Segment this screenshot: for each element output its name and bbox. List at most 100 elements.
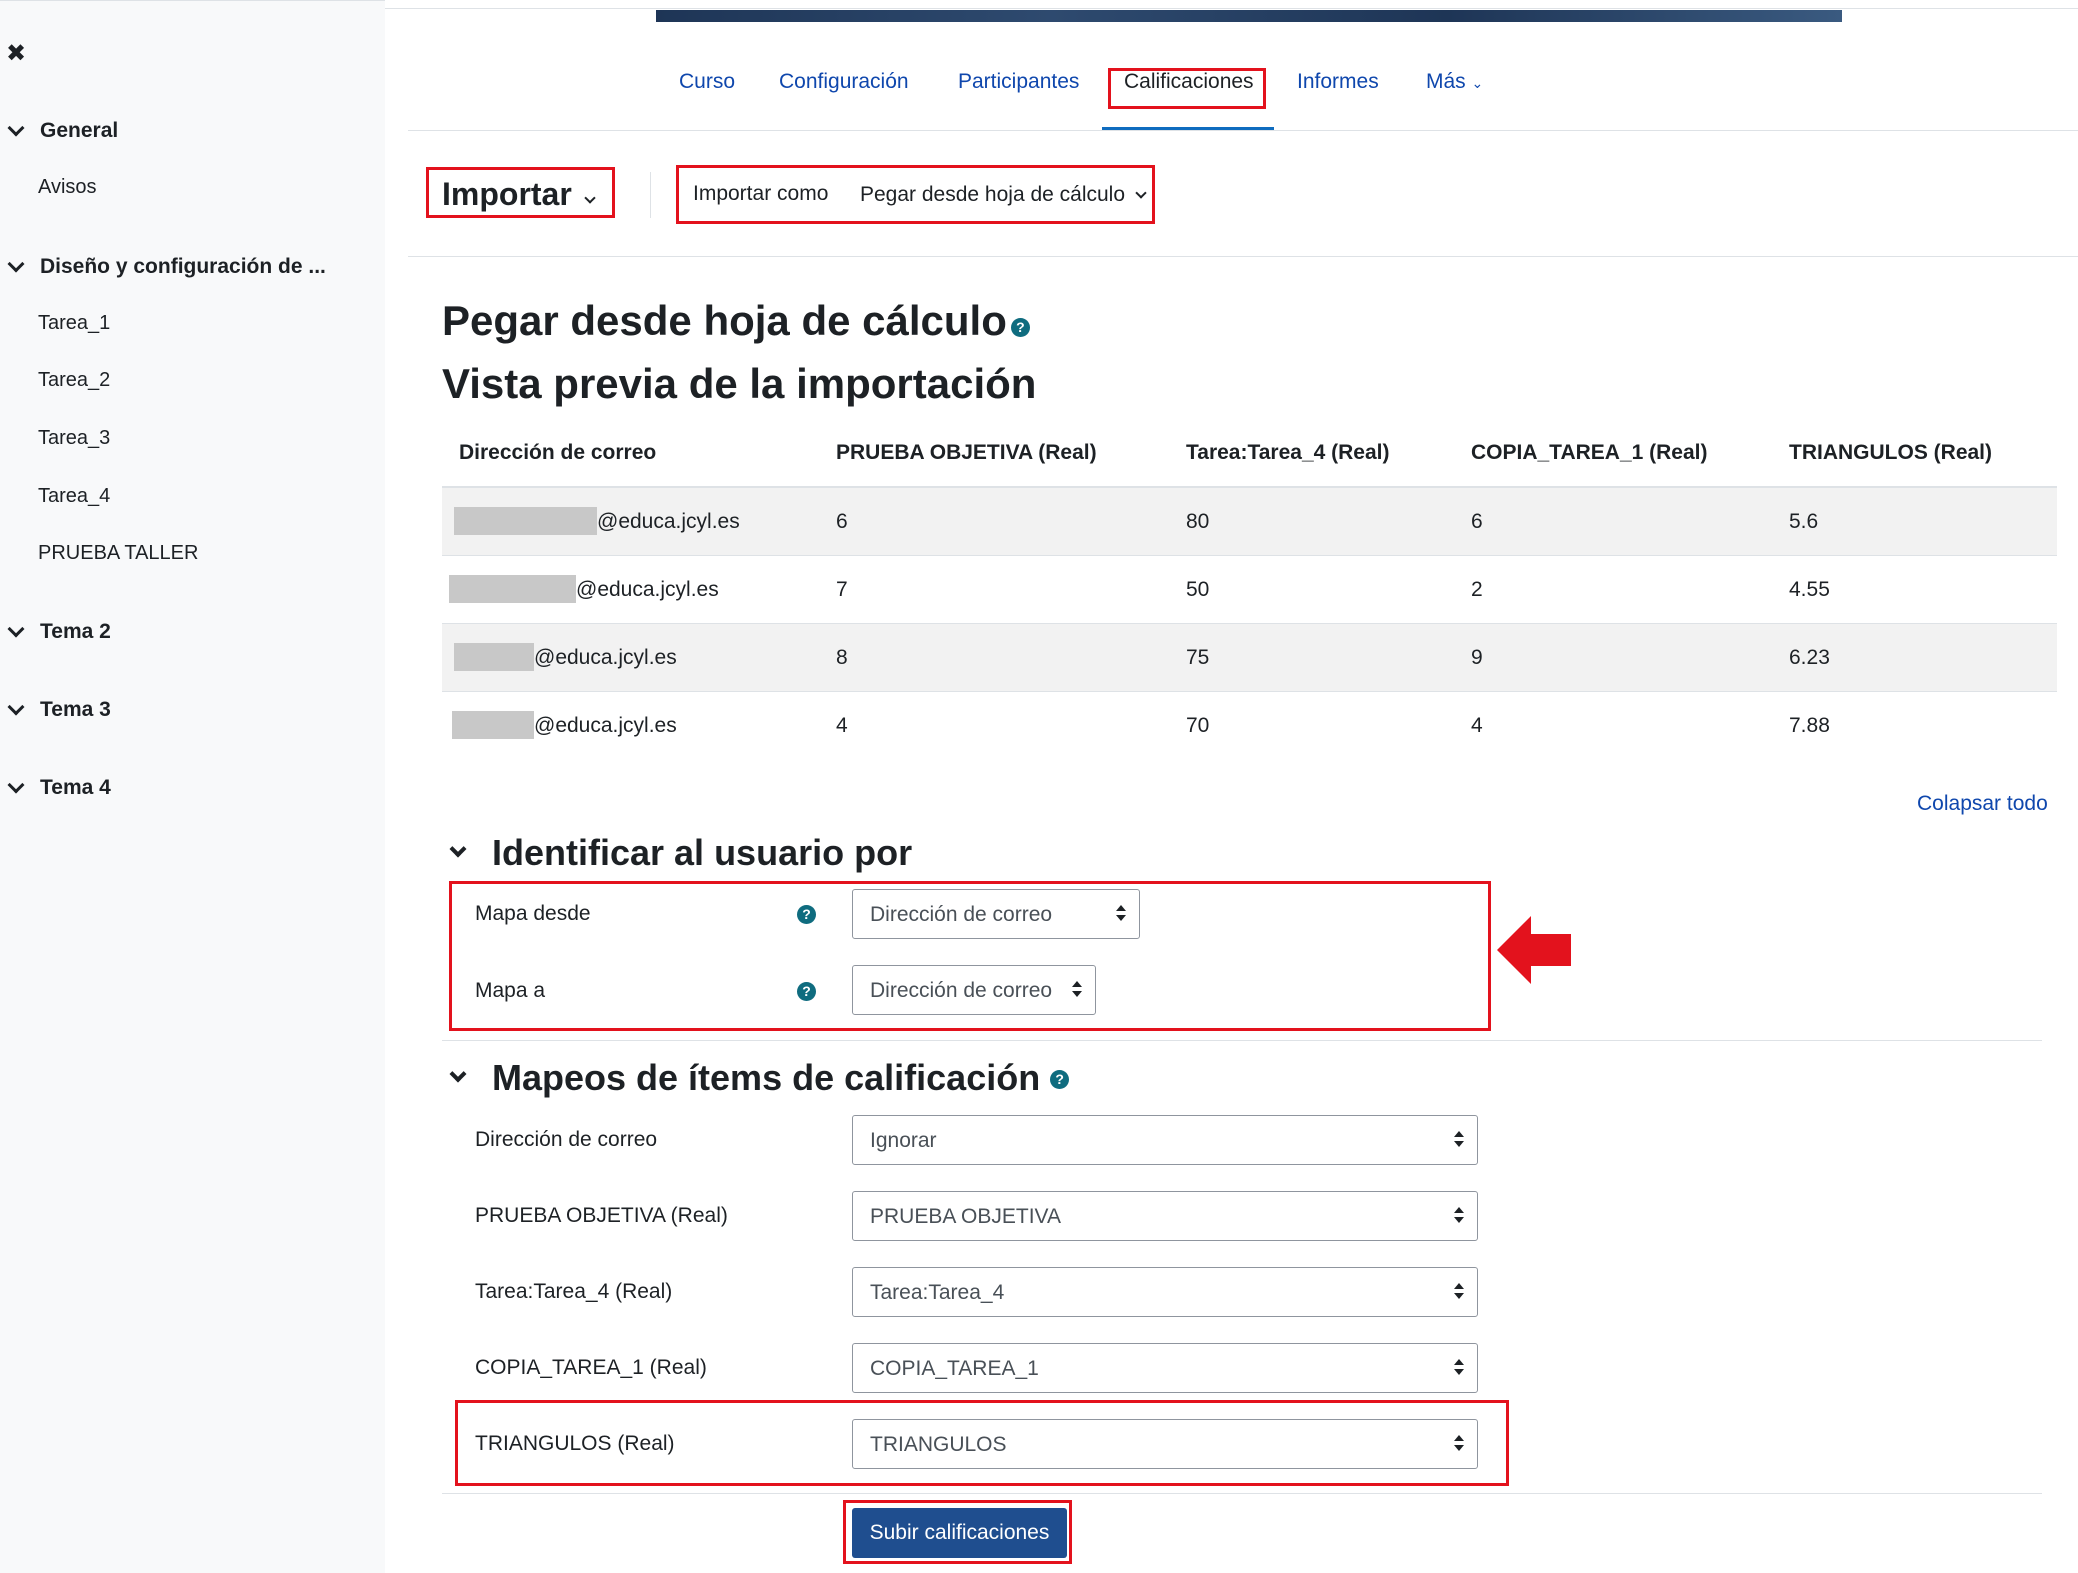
arrow-left-icon xyxy=(1497,916,1571,984)
map-from-label: Mapa desde xyxy=(475,902,591,925)
table-cell: 2 xyxy=(1471,578,1483,601)
mapping-select[interactable]: TRIANGULOS xyxy=(852,1419,1478,1469)
page-subtitle: Vista previa de la importación xyxy=(442,360,1037,407)
mapping-value: Tarea:Tarea_4 xyxy=(870,1281,1005,1304)
help-icon[interactable]: ? xyxy=(797,982,816,1001)
close-icon[interactable]: ✖ xyxy=(6,39,26,68)
table-row: @educa.jcyl.es 8 75 9 6.23 xyxy=(442,624,2057,692)
column-header: Dirección de correo xyxy=(459,441,657,464)
course-index-drawer: ✖ General Avisos Diseño y configuración … xyxy=(0,0,385,1573)
sidebar-item-tarea-3[interactable]: Tarea_3 xyxy=(38,427,110,450)
import-preview-table: Dirección de correo PRUEBA OBJETIVA (Rea… xyxy=(442,420,2057,760)
import-as-select[interactable]: Pegar desde hoja de cálculo xyxy=(860,183,1147,207)
table-cell: 4.55 xyxy=(1789,578,1830,601)
mapping-value: TRIANGULOS xyxy=(870,1433,1007,1456)
sidebar-section-general[interactable]: General xyxy=(7,119,118,143)
mapping-value: COPIA_TAREA_1 xyxy=(870,1357,1039,1380)
help-icon[interactable]: ? xyxy=(797,905,816,924)
sidebar-item-tarea-4[interactable]: Tarea_4 xyxy=(38,485,110,508)
table-cell: 8 xyxy=(836,646,848,669)
chevron-down-icon xyxy=(7,620,25,638)
mapping-select[interactable]: PRUEBA OBJETIVA xyxy=(852,1191,1478,1241)
section-divider xyxy=(442,1040,2042,1041)
chevron-down-icon xyxy=(7,698,25,716)
sidebar-section-label: Tema 3 xyxy=(40,698,111,721)
chevron-down-icon xyxy=(7,776,25,794)
table-cell: 80 xyxy=(1186,510,1210,533)
table-cell: 5.6 xyxy=(1789,510,1819,533)
chevron-down-icon xyxy=(449,1065,467,1083)
import-as-label: Importar como xyxy=(693,182,829,205)
table-cell: @educa.jcyl.es xyxy=(597,510,740,533)
redacted-text xyxy=(454,507,597,535)
importar-menu[interactable]: Importar xyxy=(442,176,596,213)
chevron-down-icon xyxy=(449,840,467,858)
table-row: @educa.jcyl.es 6 80 6 5.6 xyxy=(442,488,2057,556)
table-cell: 6 xyxy=(836,510,848,533)
column-header: Tarea:Tarea_4 (Real) xyxy=(1186,441,1390,464)
sidebar-section-diseno[interactable]: Diseño y configuración de ... xyxy=(7,255,326,279)
mapping-label: TRIANGULOS (Real) xyxy=(475,1432,675,1455)
mapping-select[interactable]: Ignorar xyxy=(852,1115,1478,1165)
table-cell: 6 xyxy=(1471,510,1483,533)
help-icon[interactable]: ? xyxy=(1010,318,1030,338)
import-as-value: Pegar desde hoja de cálculo xyxy=(860,183,1126,206)
select-arrows-icon xyxy=(1071,981,1082,999)
importar-label: Importar xyxy=(442,176,572,212)
table-row: @educa.jcyl.es 7 50 2 4.55 xyxy=(442,556,2057,624)
select-arrows-icon xyxy=(1453,1283,1464,1301)
column-header: TRIANGULOS (Real) xyxy=(1789,441,1993,464)
collapse-all-link[interactable]: Colapsar todo xyxy=(1917,792,2048,816)
toolbar-divider-horizontal xyxy=(408,256,2078,257)
tab-configuracion[interactable]: Configuración xyxy=(779,70,909,94)
mapping-select[interactable]: COPIA_TAREA_1 xyxy=(852,1343,1478,1393)
identify-heading-text: Identificar al usuario por xyxy=(492,832,913,873)
sidebar-section-tema-4[interactable]: Tema 4 xyxy=(7,776,111,800)
select-arrows-icon xyxy=(1453,1359,1464,1377)
redacted-text xyxy=(449,575,576,603)
table-row: @educa.jcyl.es 4 70 4 7.88 xyxy=(442,692,2057,760)
mapping-select[interactable]: Tarea:Tarea_4 xyxy=(852,1267,1478,1317)
mapping-label: COPIA_TAREA_1 (Real) xyxy=(475,1356,707,1379)
table-cell: 70 xyxy=(1186,714,1210,737)
sidebar-section-label: Tema 2 xyxy=(40,620,111,643)
redacted-text xyxy=(454,643,534,671)
chevron-down-icon xyxy=(7,119,25,137)
select-arrows-icon xyxy=(1453,1207,1464,1225)
sidebar-item-tarea-2[interactable]: Tarea_2 xyxy=(38,369,110,392)
map-to-label: Mapa a xyxy=(475,979,546,1002)
mappings-heading-text: Mapeos de ítems de calificación xyxy=(492,1057,1041,1098)
mapping-label: Dirección de correo xyxy=(475,1128,658,1151)
sidebar-section-tema-2[interactable]: Tema 2 xyxy=(7,620,111,644)
toolbar-divider xyxy=(650,172,651,218)
map-from-select[interactable]: Dirección de correo xyxy=(852,889,1140,939)
table-cell: 9 xyxy=(1471,646,1483,669)
map-to-value: Dirección de correo xyxy=(870,979,1053,1002)
mapping-label: PRUEBA OBJETIVA (Real) xyxy=(475,1204,728,1227)
tab-informes[interactable]: Informes xyxy=(1297,70,1379,94)
redacted-text xyxy=(452,711,534,739)
table-cell: 4 xyxy=(1471,714,1483,737)
help-icon[interactable]: ? xyxy=(1050,1069,1070,1089)
page-title-text: Pegar desde hoja de cálculo xyxy=(442,297,1007,344)
submit-grades-button[interactable]: Subir calificaciones xyxy=(852,1508,1067,1558)
sidebar-item-prueba-taller[interactable]: PRUEBA TALLER xyxy=(38,542,198,565)
tab-curso[interactable]: Curso xyxy=(679,70,735,94)
sidebar-section-tema-3[interactable]: Tema 3 xyxy=(7,698,111,722)
column-header: COPIA_TAREA_1 (Real) xyxy=(1471,441,1708,464)
table-cell: 7.88 xyxy=(1789,714,1830,737)
table-cell: 7 xyxy=(836,578,848,601)
tab-mas[interactable]: Más ⌄ xyxy=(1426,70,1483,94)
sidebar-section-label: Tema 4 xyxy=(40,776,111,799)
sidebar-item-tarea-1[interactable]: Tarea_1 xyxy=(38,312,110,335)
sidebar-item-avisos[interactable]: Avisos xyxy=(38,176,97,199)
table-cell: @educa.jcyl.es xyxy=(534,646,677,669)
map-to-select[interactable]: Dirección de correo xyxy=(852,965,1096,1015)
table-header-row: Dirección de correo PRUEBA OBJETIVA (Rea… xyxy=(442,420,2057,488)
identify-section-heading[interactable]: Identificar al usuario por xyxy=(449,832,913,874)
tab-calificaciones[interactable]: Calificaciones xyxy=(1124,70,1254,94)
tab-participantes[interactable]: Participantes xyxy=(958,70,1079,94)
section-divider xyxy=(442,1493,2042,1494)
mappings-section-heading[interactable]: Mapeos de ítems de calificación? xyxy=(449,1057,1070,1099)
sidebar-section-label: Diseño y configuración de ... xyxy=(40,255,326,278)
